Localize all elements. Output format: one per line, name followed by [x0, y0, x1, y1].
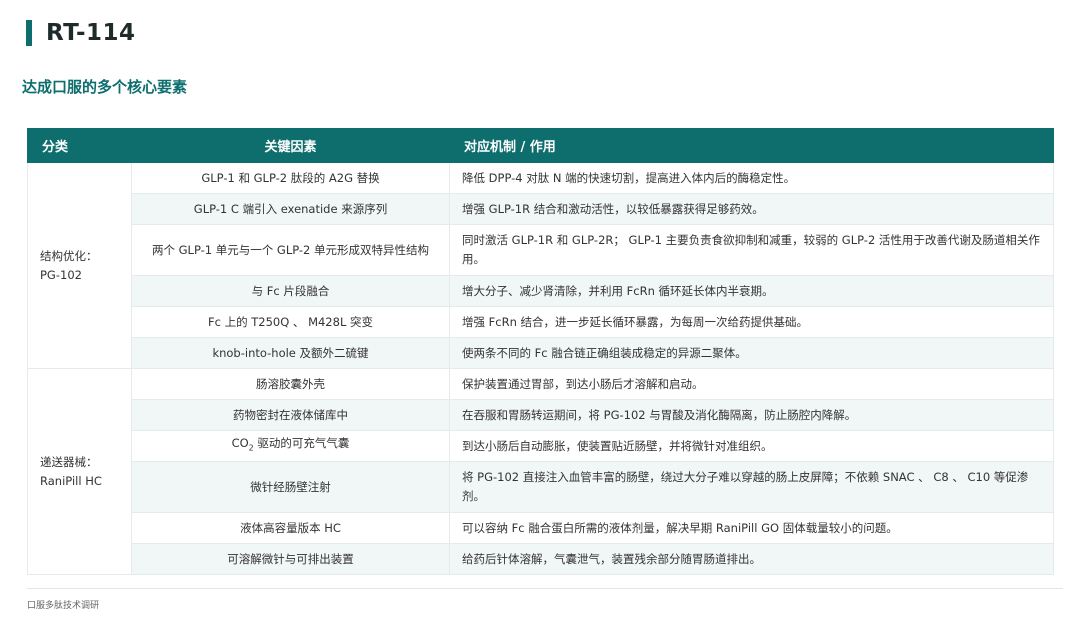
table-row: 药物密封在液体储库中 在吞服和胃肠转运期间，将 PG-102 与胃酸及消化酶隔离…: [28, 399, 1054, 431]
page-header: RT-114: [26, 20, 136, 46]
factor-text-rest: 驱动的可充气气囊: [253, 436, 350, 451]
footer-text: 口服多肽技术调研: [27, 601, 100, 611]
title-accent-bar: [26, 20, 32, 46]
table-row: knob-into-hole 及额外二硫键 使两条不同的 Fc 融合链正确组装成…: [28, 337, 1054, 369]
section-subtitle: 达成口服的多个核心要素: [22, 78, 188, 96]
footer-divider: [27, 588, 1063, 589]
effect-cell: 增强 FcRn 结合，进一步延长循环暴露，为每周一次给药提供基础。: [449, 306, 1054, 338]
column-header-factor: 关键因素: [131, 128, 450, 163]
table-row: Fc 上的 T250Q 、 M428L 突变 增强 FcRn 结合，进一步延长循…: [28, 306, 1054, 338]
effect-cell: 到达小肠后自动膨胀，使装置贴近肠壁，并将微针对准组织。: [449, 430, 1054, 462]
table-row: 结构优化： PG-102 GLP-1 和 GLP-2 肽段的 A2G 替换 降低…: [27, 162, 1054, 369]
factor-cell: 肠溶胶囊外壳: [131, 368, 450, 400]
factor-cell: knob-into-hole 及额外二硫键: [131, 337, 450, 369]
factor-cell: 药物密封在液体储库中: [131, 399, 450, 431]
table-row: 微针经肠壁注射 将 PG-102 直接注入血管丰富的肠壁，绕过大分子难以穿越的肠…: [28, 461, 1054, 513]
factor-cell: GLP-1 和 GLP-2 肽段的 A2G 替换: [131, 162, 450, 194]
group-label-line2: PG-102: [40, 267, 82, 282]
effect-cell: 使两条不同的 Fc 融合链正确组装成稳定的异源二聚体。: [449, 337, 1054, 369]
factor-cell: CO2 驱动的可充气气囊: [131, 430, 450, 462]
column-header-mechanism: 对应机制 / 作用: [449, 128, 1054, 163]
factor-cell: 两个 GLP-1 单元与一个 GLP-2 单元形成双特异性结构: [131, 224, 450, 276]
column-header-category: 分类: [27, 128, 132, 163]
factor-text-co2: CO: [231, 436, 249, 451]
table-row: 与 Fc 片段融合 增大分子、减少肾清除，并利用 FcRn 循环延长体内半衰期。: [28, 275, 1054, 307]
factor-cell: 液体高容量版本 HC: [131, 512, 450, 544]
group-label-line1: 结构优化：: [40, 248, 98, 263]
factor-cell: 与 Fc 片段融合: [131, 275, 450, 307]
effect-cell: 给药后针体溶解，气囊泄气，装置残余部分随胃肠道排出。: [449, 543, 1054, 575]
effect-cell: 在吞服和胃肠转运期间，将 PG-102 与胃酸及消化酶隔离，防止肠腔内降解。: [449, 399, 1054, 431]
factors-table: 分类 关键因素 对应机制 / 作用 结构优化： PG-102 GLP-1 和 G…: [27, 128, 1054, 575]
effect-cell: 保护装置通过胃部，到达小肠后才溶解和启动。: [449, 368, 1054, 400]
table-row: CO2 驱动的可充气气囊 到达小肠后自动膨胀，使装置贴近肠壁，并将微针对准组织。: [28, 430, 1054, 462]
page-title: RT-114: [46, 20, 136, 46]
effect-cell: 可以容纳 Fc 融合蛋白所需的液体剂量，解决早期 RaniPill GO 固体载…: [449, 512, 1054, 544]
group-cell-device: 递送器械： RaniPill HC: [27, 368, 132, 575]
table-header-row: 分类 关键因素 对应机制 / 作用: [27, 128, 1054, 163]
factor-cell: 可溶解微针与可排出装置: [131, 543, 450, 575]
group-label-line2: RaniPill HC: [40, 473, 102, 488]
table-row: 递送器械： RaniPill HC 肠溶胶囊外壳 保护装置通过胃部，到达小肠后才…: [27, 368, 1054, 575]
effect-cell: 同时激活 GLP-1R 和 GLP-2R； GLP-1 主要负责食欲抑制和减重，…: [449, 224, 1054, 276]
group-cell-structure: 结构优化： PG-102: [27, 162, 132, 369]
table-row: 可溶解微针与可排出装置 给药后针体溶解，气囊泄气，装置残余部分随胃肠道排出。: [28, 543, 1054, 575]
table-row: GLP-1 C 端引入 exenatide 来源序列 增强 GLP-1R 结合和…: [28, 193, 1054, 225]
factor-cell: GLP-1 C 端引入 exenatide 来源序列: [131, 193, 450, 225]
effect-cell: 增大分子、减少肾清除，并利用 FcRn 循环延长体内半衰期。: [449, 275, 1054, 307]
table-row: 液体高容量版本 HC 可以容纳 Fc 融合蛋白所需的液体剂量，解决早期 Rani…: [28, 512, 1054, 544]
effect-cell: 增强 GLP-1R 结合和激动活性，以较低暴露获得足够药效。: [449, 193, 1054, 225]
group-label-line1: 递送器械：: [40, 454, 98, 469]
factor-cell: Fc 上的 T250Q 、 M428L 突变: [131, 306, 450, 338]
effect-cell: 降低 DPP-4 对肽 N 端的快速切割，提高进入体内后的酶稳定性。: [449, 162, 1054, 194]
factor-cell: 微针经肠壁注射: [131, 461, 450, 513]
effect-cell: 将 PG-102 直接注入血管丰富的肠壁，绕过大分子难以穿越的肠上皮屏障；不依赖…: [449, 461, 1054, 513]
table-row: 两个 GLP-1 单元与一个 GLP-2 单元形成双特异性结构 同时激活 GLP…: [28, 224, 1054, 276]
